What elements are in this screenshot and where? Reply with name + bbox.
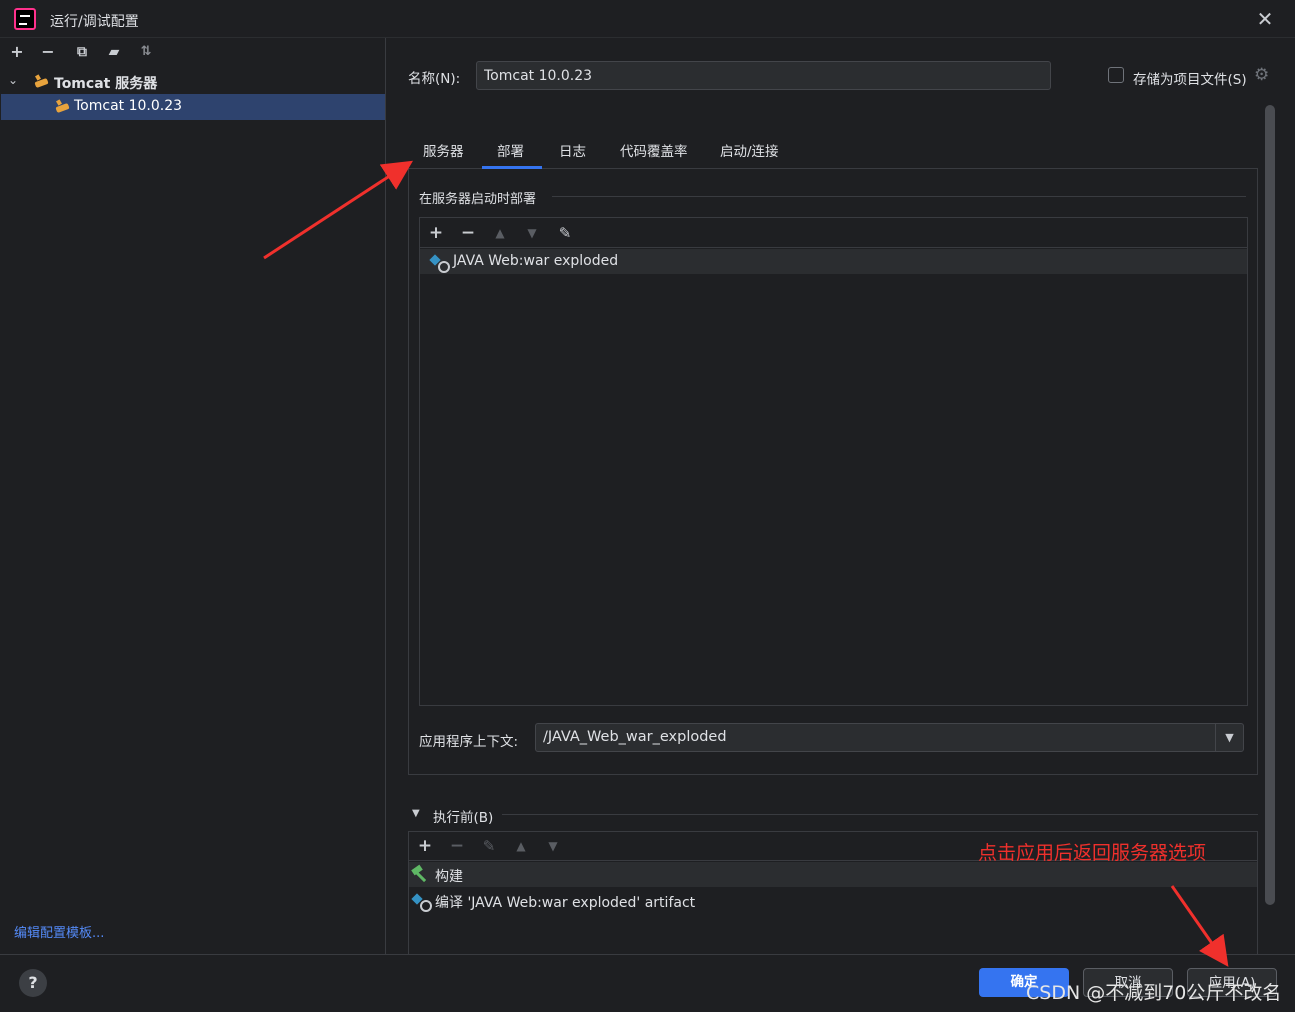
arrow-to-apply-button	[1170, 885, 1229, 967]
annotation-arrows	[263, 160, 1229, 967]
arrow-to-server-tab	[263, 160, 414, 260]
